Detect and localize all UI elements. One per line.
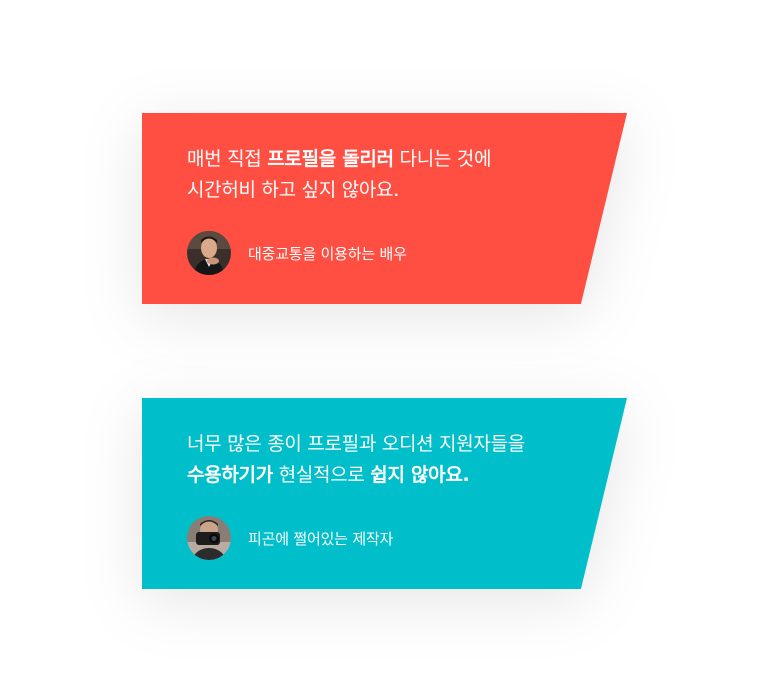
author-name: 대중교통을 이용하는 배우 (248, 244, 407, 263)
actor-portrait-avatar (187, 231, 231, 275)
quote-line-1: 매번 직접 프로필을 돌리러 다니는 것에 (187, 144, 607, 175)
testimonial-quote: 매번 직접 프로필을 돌리러 다니는 것에 시간허비 하고 싶지 않아요. (187, 144, 607, 206)
quote-text: 현실적으로 (272, 464, 371, 486)
quote-emphasis: 프로필을 돌리러 (267, 148, 394, 170)
quote-line-1: 너무 많은 종이 프로필과 오디션 지원자들을 (187, 429, 607, 460)
testimonial-card-producer: 너무 많은 종이 프로필과 오디션 지원자들을 수용하기가 현실적으로 쉽지 않… (142, 398, 627, 589)
testimonials-section: 매번 직접 프로필을 돌리러 다니는 것에 시간허비 하고 싶지 않아요. 대중… (0, 0, 768, 700)
quote-text: 매번 직접 (187, 148, 268, 170)
testimonial-card-actor: 매번 직접 프로필을 돌리러 다니는 것에 시간허비 하고 싶지 않아요. 대중… (142, 113, 627, 304)
quote-text: 시간허비 하고 싶지 않아요. (187, 179, 399, 201)
quote-line-2: 시간허비 하고 싶지 않아요. (187, 175, 607, 206)
producer-camera-avatar (187, 516, 231, 560)
testimonial-author: 대중교통을 이용하는 배우 (187, 231, 407, 275)
quote-emphasis: 쉽지 않아요. (370, 464, 470, 486)
quote-line-2: 수용하기가 현실적으로 쉽지 않아요. (187, 460, 607, 491)
testimonial-author: 피곤에 쩔어있는 제작자 (187, 516, 393, 560)
quote-emphasis: 수용하기가 (187, 464, 273, 486)
testimonial-quote: 너무 많은 종이 프로필과 오디션 지원자들을 수용하기가 현실적으로 쉽지 않… (187, 429, 607, 491)
card-background (142, 113, 627, 304)
card-background (142, 398, 627, 589)
quote-text: 너무 많은 종이 프로필과 오디션 지원자들을 (187, 433, 525, 455)
quote-text: 다니는 것에 (393, 148, 492, 170)
author-name: 피곤에 쩔어있는 제작자 (248, 529, 394, 548)
